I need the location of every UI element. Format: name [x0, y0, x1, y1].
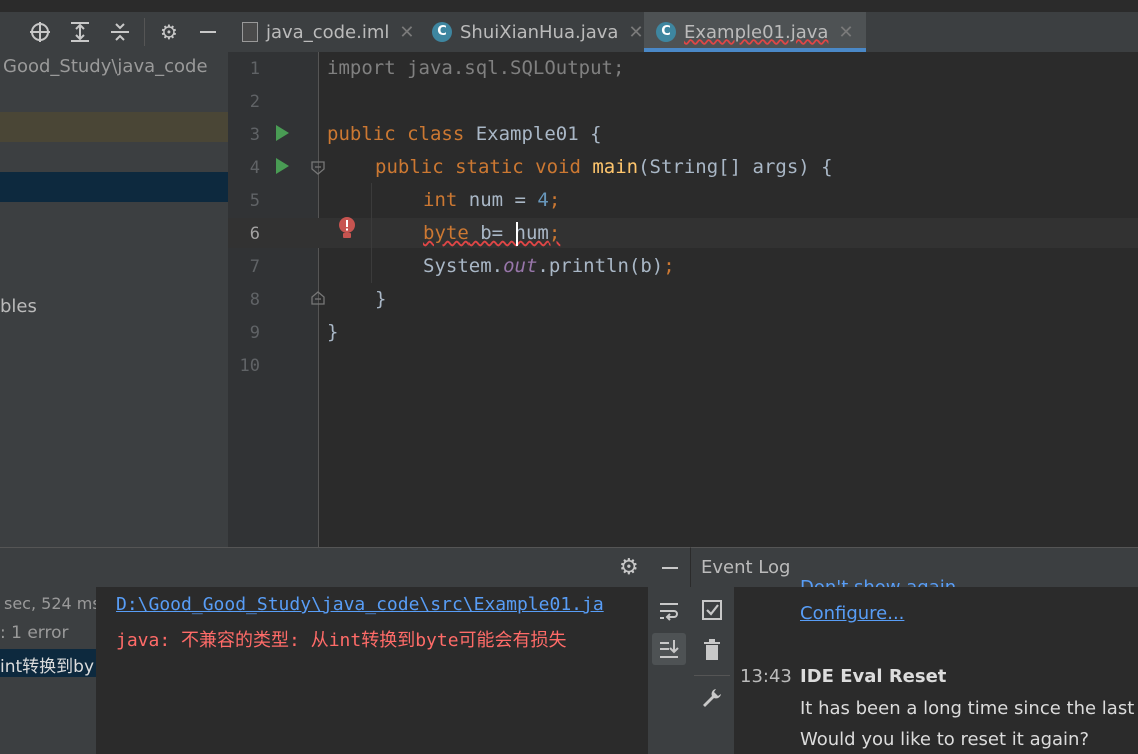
project-path: Good_Study\java_code: [3, 56, 208, 77]
line-number: 5: [249, 191, 260, 211]
gear-icon[interactable]: ⚙: [157, 20, 181, 44]
close-icon[interactable]: ✕: [399, 22, 414, 43]
scroll-to-end-button[interactable]: [652, 633, 686, 665]
fold-icon[interactable]: [310, 160, 326, 180]
code-line-6: byte b= num;: [423, 222, 560, 244]
code-token: .println(b): [537, 255, 664, 277]
code-token: ;: [663, 255, 675, 277]
tools-divider: [694, 675, 730, 676]
crosshair-icon[interactable]: [28, 20, 52, 44]
build-message-selected[interactable]: int转换到by: [0, 649, 96, 677]
configure-link[interactable]: Configure...: [800, 603, 904, 624]
code-line-7: System.out.println(b);: [423, 255, 675, 277]
toolbar-divider: [144, 18, 145, 46]
tree-item[interactable]: bles: [0, 296, 37, 317]
configure-link-wrapper: Configure...: [800, 603, 904, 624]
tab-label: java_code.iml: [266, 21, 390, 43]
mark-read-icon[interactable]: [701, 599, 723, 625]
code-line-1: import java.sql.SQLOutput;: [327, 57, 625, 79]
code-token: public class: [327, 123, 476, 145]
code-token: public static void: [375, 156, 593, 178]
build-output: D:\Good_Good_Study\java_code\src\Example…: [96, 587, 648, 754]
run-class-icon[interactable]: [274, 124, 290, 146]
run-main-icon[interactable]: [274, 157, 290, 179]
code-token: out: [503, 255, 538, 277]
code-token: Example01 {: [475, 123, 602, 145]
dont-show-link-wrapper: Don't show again: [800, 577, 956, 587]
build-tree: sec, 524 ms : 1 error int转换到by: [0, 587, 101, 754]
event-text-line: Would you like to reset it again?: [800, 729, 1090, 750]
project-toolbar: ⚙: [0, 12, 228, 52]
project-tree: Good_Study\java_code bles: [0, 52, 228, 547]
code-token: ;: [548, 222, 561, 244]
event-text-line: It has been a long time since the last r…: [800, 698, 1138, 719]
build-message: int转换到by: [0, 657, 95, 677]
tab-java-code-iml[interactable]: java_code.iml ✕: [242, 12, 414, 52]
tab-shuixianhua[interactable]: C ShuiXianHua.java ✕: [432, 12, 644, 52]
line-number: 8: [249, 290, 260, 310]
java-class-icon: C: [656, 22, 676, 42]
code-token: int: [423, 189, 458, 211]
build-error-count[interactable]: : 1 error: [0, 623, 69, 643]
unfold-icon[interactable]: [310, 290, 326, 310]
line-number: 7: [249, 257, 260, 277]
build-side-tools: [648, 587, 690, 754]
error-file-link[interactable]: D:\Good_Good_Study\java_code\src\Example…: [116, 594, 604, 615]
code-token: (String[] args) {: [638, 156, 833, 178]
trash-icon[interactable]: [702, 639, 722, 665]
soft-wrap-icon[interactable]: [657, 599, 681, 627]
close-icon[interactable]: ✕: [838, 22, 853, 43]
line-number: 6: [249, 224, 260, 244]
code-line-3: public class Example01 {: [327, 123, 602, 145]
code-token: 4: [537, 189, 549, 211]
code-token: num =: [457, 189, 538, 211]
gear-icon[interactable]: ⚙: [619, 556, 639, 580]
code-token: byte: [423, 222, 469, 244]
line-number: 3: [249, 125, 260, 145]
line-number: 9: [249, 323, 260, 343]
close-icon[interactable]: ✕: [628, 22, 643, 43]
dont-show-again-link[interactable]: Don't show again: [800, 577, 956, 587]
tab-label: ShuiXianHua.java: [460, 21, 619, 43]
event-log-tools: [690, 587, 734, 754]
indent-guide: [371, 183, 372, 283]
tab-example01[interactable]: C Example01.java ✕: [644, 12, 866, 52]
tab-label: Example01.java: [684, 21, 829, 43]
event-time: 13:43: [740, 666, 792, 687]
code-token: b= num: [468, 222, 549, 244]
tree-row-selected[interactable]: [0, 172, 228, 202]
expand-all-icon[interactable]: [68, 20, 92, 44]
error-message: java: 不兼容的类型: 从int转换到byte可能会有损失: [116, 630, 567, 651]
collapse-all-icon[interactable]: [108, 20, 132, 44]
code-line-8: }: [375, 288, 387, 310]
minimize-icon[interactable]: [658, 556, 682, 584]
code-line-9: }: [327, 321, 339, 343]
line-number: 2: [249, 92, 260, 112]
editor-tabs: java_code.iml ✕ C ShuiXianHua.java ✕ C E…: [228, 12, 1138, 53]
event-log-content: Don't show again Configure... 13:43 IDE …: [734, 577, 1138, 754]
code-token: main: [592, 156, 639, 178]
build-time: sec, 524 ms: [4, 594, 101, 613]
line-number: 1: [249, 59, 260, 79]
minimize-icon[interactable]: [196, 20, 220, 44]
current-line-highlight: [228, 218, 1138, 248]
error-bulb-icon[interactable]: [337, 216, 357, 244]
event-title: IDE Eval Reset: [800, 666, 947, 687]
code-line-5: int num = 4;: [423, 189, 560, 211]
line-number: 4: [249, 158, 260, 178]
code-token: ;: [548, 189, 561, 211]
line-number: 10: [239, 356, 260, 376]
event-log-title: Event Log: [701, 557, 791, 578]
java-class-icon: C: [432, 22, 452, 42]
build-toolbar: ⚙: [0, 547, 690, 588]
file-icon: [242, 22, 258, 42]
code-line-4: public static void main(String[] args) {: [375, 156, 833, 178]
wrench-icon[interactable]: [701, 687, 723, 713]
tree-row-highlight[interactable]: [0, 112, 228, 142]
text-cursor: [516, 222, 518, 246]
code-token: System.: [423, 255, 504, 277]
